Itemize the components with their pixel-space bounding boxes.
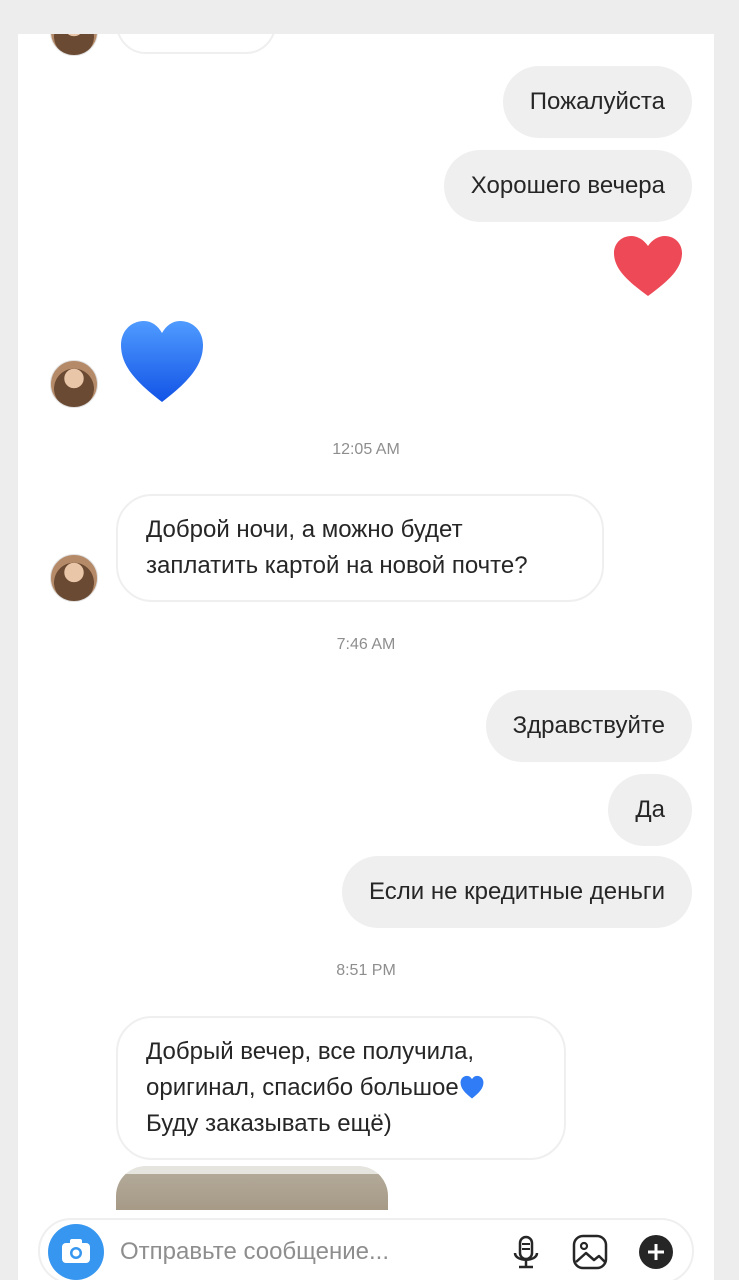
- timestamp: 7:46 AM: [336, 636, 396, 653]
- message-outgoing[interactable]: Пожалуйста: [502, 66, 692, 138]
- blue-heart-icon: [460, 1075, 484, 1099]
- contact-avatar[interactable]: [50, 554, 98, 602]
- message-composer: [38, 1218, 694, 1280]
- message-incoming[interactable]: Доброй ночи, а можно будет заплатить кар…: [116, 494, 604, 602]
- message-line: Добрый вечер, все получила,: [146, 1038, 475, 1065]
- message-input[interactable]: [120, 1234, 450, 1270]
- message-incoming[interactable]: Добрый вечер, все получила, оригинал, сп…: [116, 1016, 566, 1160]
- message-line: оригинал, спасибо большое: [146, 1074, 459, 1101]
- gallery-icon[interactable]: [570, 1232, 610, 1272]
- message-bubble-partial: [116, 34, 276, 54]
- timestamp: 8:51 PM: [336, 962, 396, 979]
- photo-message[interactable]: [116, 1166, 388, 1210]
- contact-avatar[interactable]: [50, 34, 98, 56]
- message-outgoing[interactable]: Здравствуйте: [485, 690, 692, 762]
- camera-icon: [62, 1239, 90, 1263]
- timestamp: 12:05 AM: [332, 441, 400, 458]
- contact-avatar[interactable]: [50, 360, 98, 408]
- message-line: Буду заказывать ещё): [146, 1110, 392, 1137]
- red-heart-icon[interactable]: [612, 234, 684, 298]
- plus-icon[interactable]: [636, 1232, 676, 1272]
- blue-heart-icon[interactable]: [118, 318, 206, 404]
- microphone-icon[interactable]: [506, 1232, 546, 1272]
- message-outgoing[interactable]: Да: [608, 774, 692, 846]
- camera-button[interactable]: [48, 1224, 104, 1280]
- chat-thread: Пожалуйста Хорошего вечера 12:05 AM Добр…: [18, 34, 714, 1280]
- message-line-with-emoji: оригинал, спасибо большое: [146, 1070, 536, 1106]
- message-outgoing[interactable]: Если не кредитные деньги: [342, 856, 692, 928]
- message-outgoing[interactable]: Хорошего вечера: [443, 150, 692, 222]
